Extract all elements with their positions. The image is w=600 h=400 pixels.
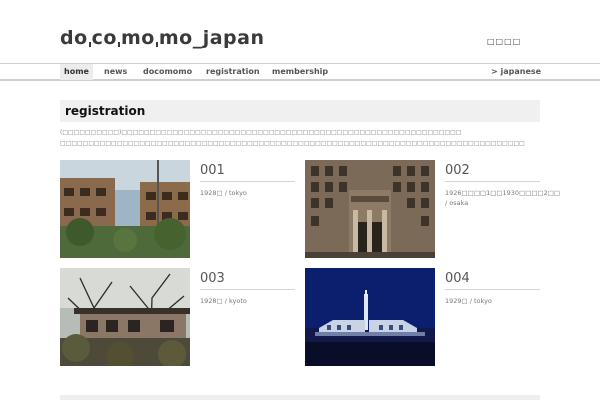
nav-item-membership[interactable]: membership bbox=[268, 64, 332, 80]
nav-item-registration[interactable]: registration bbox=[202, 64, 264, 80]
building-photo[interactable] bbox=[60, 160, 190, 258]
registration-number[interactable]: 002 bbox=[445, 163, 470, 178]
registration-card-004[interactable]: 004 1929□ / tokyo bbox=[305, 268, 545, 366]
registration-card-002[interactable]: 002 1926□□□□1□□1930□□□□2□□ / osaka bbox=[305, 160, 561, 258]
photo-bank-building bbox=[305, 160, 435, 258]
intro-line: □□□□□□□□□□□□□□□□□□□□□□□□□□□□□□□□□□□□□□□□… bbox=[60, 139, 525, 147]
registration-meta: 1928□ / tokyo bbox=[200, 189, 247, 197]
logo-dot bbox=[117, 42, 120, 47]
registration-card-003[interactable]: 003 1928□ / kyoto bbox=[60, 268, 300, 366]
intro-line: (□□□□□□□□□□)□□□□□□□□□□□□□□□□□□□□□□□□□□□□… bbox=[60, 129, 462, 136]
registration-number[interactable]: 003 bbox=[200, 271, 225, 286]
main-content: registration (□□□□□□□□□□)□□□□□□□□□□□□□□□… bbox=[60, 100, 540, 149]
divider bbox=[445, 289, 540, 290]
logo-part: do bbox=[60, 27, 88, 49]
registration-meta: 1926□□□□1□□1930□□□□2□□ / osaka bbox=[445, 189, 561, 207]
photo-house-trees bbox=[60, 268, 190, 366]
nav-item-home[interactable]: home bbox=[60, 64, 93, 80]
logo-text: do co mo mo_japan bbox=[60, 27, 264, 49]
divider bbox=[445, 181, 540, 182]
intro-text: (□□□□□□□□□□)□□□□□□□□□□□□□□□□□□□□□□□□□□□□… bbox=[60, 128, 540, 149]
building-photo[interactable] bbox=[60, 268, 190, 366]
registration-meta: 1928□ / kyoto bbox=[200, 297, 247, 305]
footer-bar bbox=[60, 395, 540, 400]
divider bbox=[200, 181, 295, 182]
registration-number[interactable]: 004 bbox=[445, 271, 470, 286]
main-nav: home news docomomo registration membersh… bbox=[0, 63, 600, 81]
nav-item-docomomo[interactable]: docomomo bbox=[139, 64, 196, 80]
site-header: do co mo mo_japan □□□□ bbox=[0, 0, 600, 63]
site-logo[interactable]: do co mo mo_japan bbox=[60, 27, 264, 49]
logo-part: mo bbox=[120, 27, 155, 49]
building-photo[interactable] bbox=[305, 268, 435, 366]
divider bbox=[200, 289, 295, 290]
registration-number[interactable]: 001 bbox=[200, 163, 225, 178]
registration-meta: 1929□ / tokyo bbox=[445, 297, 492, 305]
logo-part: mo_japan bbox=[158, 27, 265, 49]
language-switch-top[interactable]: □□□□ bbox=[487, 37, 521, 46]
nav-language-link[interactable]: > japanese bbox=[487, 64, 545, 80]
photo-apartment-complex bbox=[60, 160, 190, 258]
registration-card-001[interactable]: 001 1928□ / tokyo bbox=[60, 160, 300, 258]
logo-part: co bbox=[91, 27, 117, 49]
photo-building-night bbox=[305, 268, 435, 366]
logo-dot bbox=[155, 42, 158, 47]
page-title: registration bbox=[60, 100, 540, 122]
logo-dot bbox=[88, 42, 91, 47]
nav-item-news[interactable]: news bbox=[100, 64, 131, 80]
building-photo[interactable] bbox=[305, 160, 435, 258]
